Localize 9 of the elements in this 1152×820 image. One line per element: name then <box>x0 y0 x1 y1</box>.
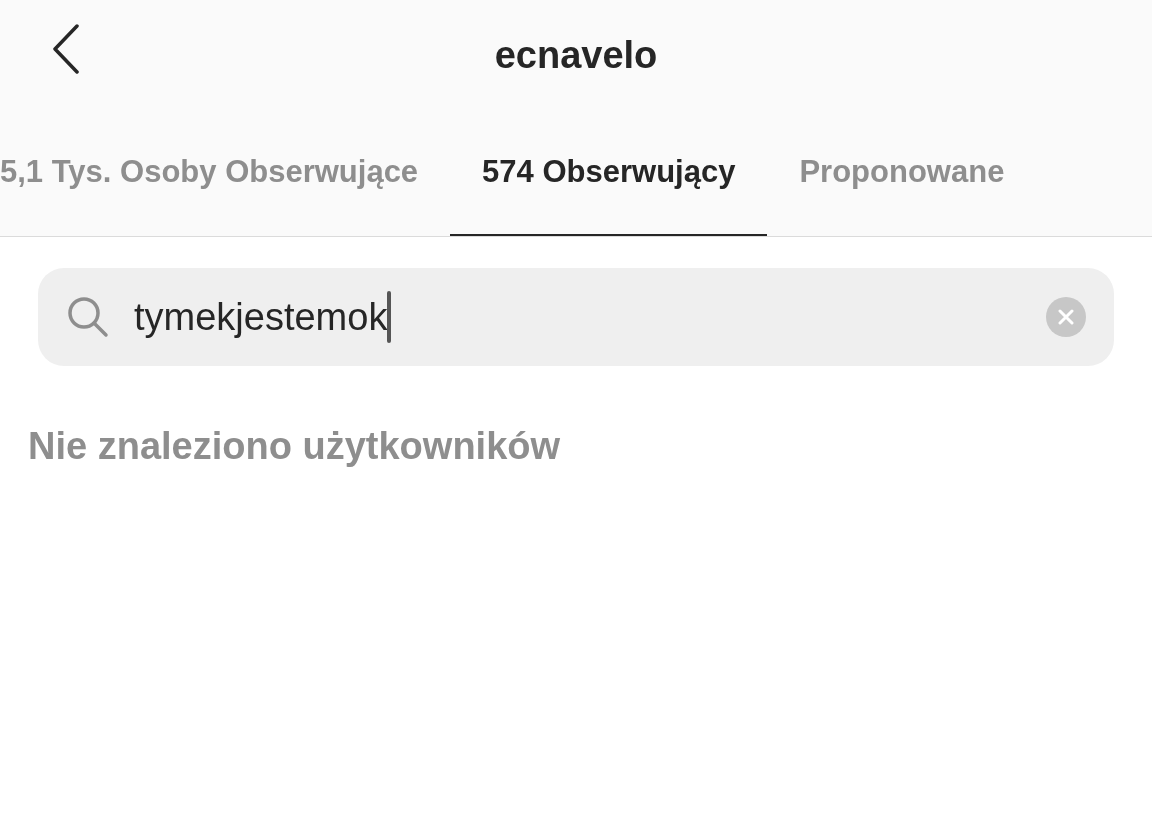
back-icon <box>51 24 81 74</box>
empty-message: Nie znaleziono użytkowników <box>28 425 561 467</box>
search-icon <box>66 295 110 339</box>
tab[interactable]: 574 Obserwujący <box>450 110 768 236</box>
close-icon <box>1058 309 1074 325</box>
search-field[interactable]: tymekjestemok <box>38 268 1114 366</box>
text-cursor <box>387 291 392 343</box>
profile-title: ecnavelo <box>494 32 658 78</box>
search-text: tymekjestemok <box>134 294 388 340</box>
